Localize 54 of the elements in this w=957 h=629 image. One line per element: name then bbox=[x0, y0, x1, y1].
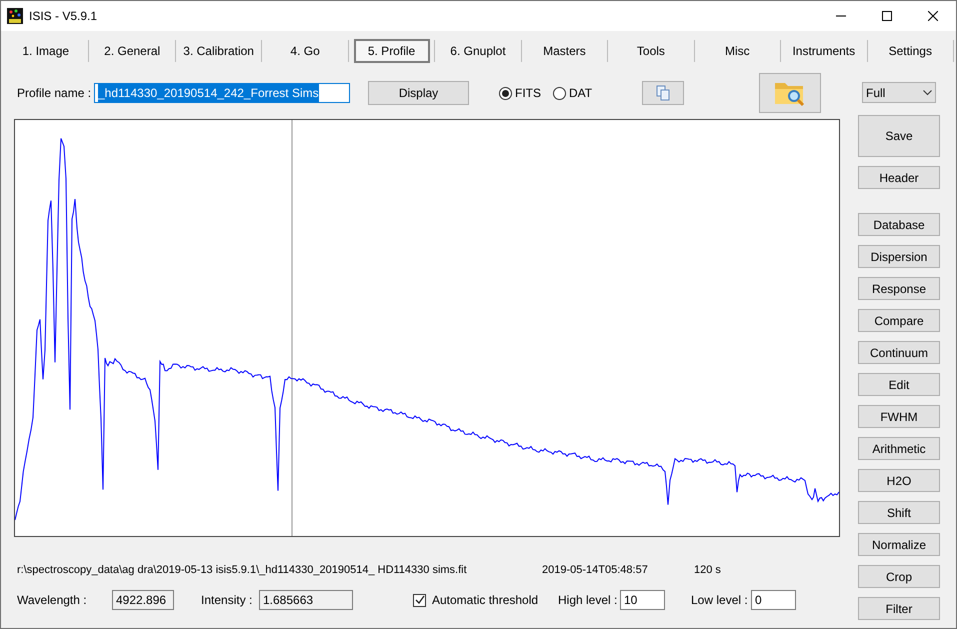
open-file-button[interactable] bbox=[759, 73, 822, 113]
close-icon[interactable] bbox=[928, 11, 938, 21]
tab[interactable]: Settings bbox=[882, 41, 938, 61]
tab[interactable]: Tools bbox=[630, 41, 671, 61]
field-label: Wavelength : bbox=[17, 592, 88, 609]
tool-button[interactable]: Header bbox=[858, 166, 940, 189]
tab[interactable]: 4. Go bbox=[284, 41, 326, 61]
copy-icon bbox=[655, 85, 672, 101]
format-label: FITS bbox=[515, 85, 541, 102]
format-radio[interactable]: FITS bbox=[499, 84, 541, 102]
maximize-icon[interactable] bbox=[882, 11, 892, 21]
tool-button[interactable]: FWHM bbox=[858, 405, 940, 428]
tool-button[interactable]: Response bbox=[858, 277, 940, 300]
observation-date: 2019-05-14T05:48:57 bbox=[542, 562, 649, 578]
tab[interactable]: Instruments bbox=[786, 41, 862, 61]
tab[interactable]: 2. General bbox=[98, 41, 166, 61]
tool-button[interactable]: Shift bbox=[858, 501, 940, 524]
tool-button[interactable]: Arithmetic bbox=[858, 437, 940, 460]
intensity-field[interactable]: 1.685663 bbox=[259, 590, 353, 610]
tab[interactable]: 3. Calibration bbox=[177, 41, 260, 61]
copy-button[interactable] bbox=[642, 81, 684, 105]
tool-button[interactable]: Crop bbox=[858, 565, 940, 588]
high-level-field[interactable]: 10 bbox=[620, 590, 665, 610]
format-radio[interactable]: DAT bbox=[553, 84, 592, 102]
file-path: r:\spectroscopy_data\ag dra\2019-05-13 isis5.9.1\_hd114330_20190514_ HD114330 sims.fit bbox=[16, 562, 468, 578]
tool-button[interactable]: Database bbox=[858, 213, 940, 236]
field-label: Low level : bbox=[691, 592, 749, 609]
tool-button[interactable]: Save bbox=[858, 115, 940, 157]
tool-button[interactable]: H2O bbox=[858, 469, 940, 492]
tab[interactable]: Masters bbox=[537, 41, 592, 61]
window-title: ISIS - V5.9.1 bbox=[29, 8, 98, 25]
display-button[interactable]: Display bbox=[368, 81, 469, 105]
threshold-checkbox[interactable]: Automatic threshold bbox=[413, 591, 558, 609]
profile-name-label: Profile name : bbox=[16, 85, 92, 102]
field-label: High level : bbox=[558, 592, 618, 609]
caret-icon bbox=[923, 90, 932, 96]
tab[interactable]: 5. Profile bbox=[354, 39, 430, 63]
format-label: DAT bbox=[569, 85, 592, 102]
tool-button[interactable]: Compare bbox=[858, 309, 940, 332]
tab[interactable]: 1. Image bbox=[16, 41, 76, 61]
tool-button[interactable]: Continuum bbox=[858, 341, 940, 364]
tool-button[interactable]: Dispersion bbox=[858, 245, 940, 268]
view-dropdown[interactable]: Full bbox=[862, 82, 936, 103]
low-level-field[interactable]: 0 bbox=[751, 590, 796, 610]
tab[interactable]: 6. Gnuplot bbox=[444, 41, 512, 61]
app-logo-icon bbox=[7, 8, 23, 24]
exposure-time: 120 s bbox=[694, 562, 721, 578]
tab[interactable]: Misc bbox=[719, 41, 756, 61]
tool-button[interactable]: Filter bbox=[858, 597, 940, 620]
field-label: Intensity : bbox=[201, 592, 254, 609]
profile-name-field[interactable]: _hd114330_20190514_242_Forrest Sims bbox=[94, 83, 350, 103]
tool-button[interactable]: Edit bbox=[858, 373, 940, 396]
wavelength-field[interactable]: 4922.896 bbox=[112, 590, 174, 610]
tool-button[interactable]: Normalize bbox=[858, 533, 940, 556]
